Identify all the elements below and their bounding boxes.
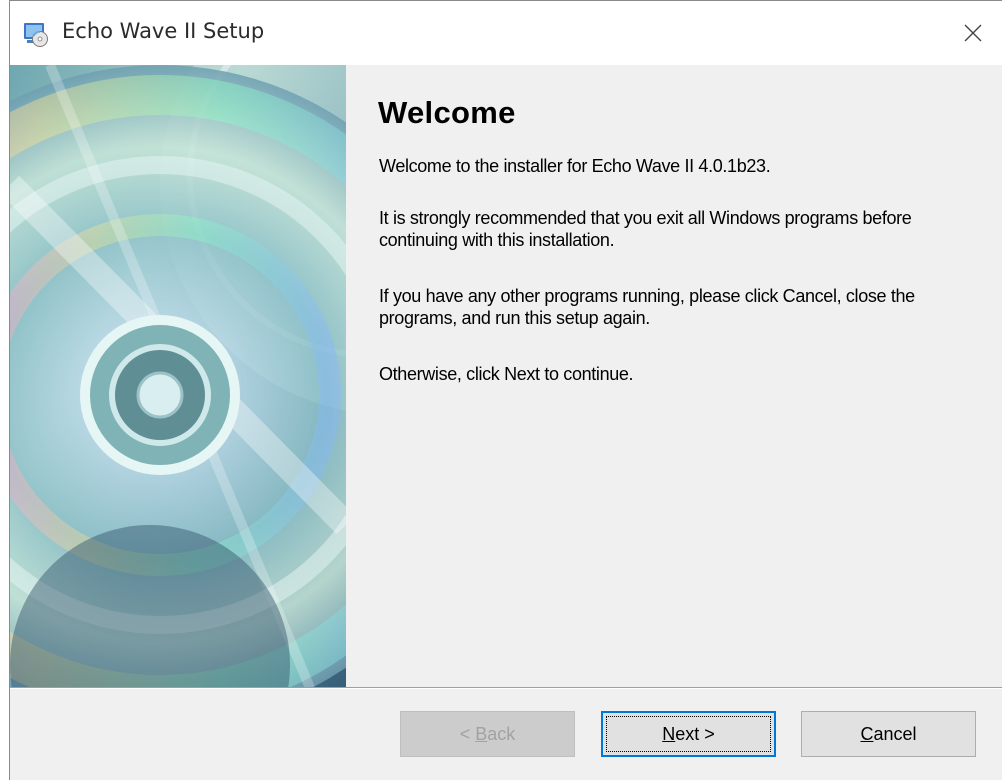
welcome-paragraph-2: It is strongly recommended that you exit… xyxy=(379,208,912,250)
welcome-paragraph-3: If you have any other programs running, … xyxy=(379,286,915,328)
back-button[interactable]: < Back xyxy=(400,711,575,757)
title-bar[interactable]: Echo Wave II Setup xyxy=(10,1,1002,65)
focus-rectangle xyxy=(606,716,771,752)
cancel-button-label: ancel xyxy=(873,723,917,744)
cancel-button-accelerator: C xyxy=(860,723,874,744)
page-title: Welcome xyxy=(378,95,516,130)
footer-separator-highlight xyxy=(10,688,1002,689)
next-button[interactable]: Next > xyxy=(601,711,776,757)
window-title: Echo Wave II Setup xyxy=(62,19,265,43)
back-button-label: ack xyxy=(487,723,516,744)
setup-app-icon xyxy=(24,23,48,47)
back-button-prefix: < xyxy=(459,723,476,744)
welcome-paragraph-4: Otherwise, click Next to continue. xyxy=(379,364,634,384)
back-button-accelerator: B xyxy=(475,723,488,744)
welcome-paragraph-1: Welcome to the installer for Echo Wave I… xyxy=(379,156,771,176)
close-button[interactable] xyxy=(943,1,1002,65)
cancel-button[interactable]: Cancel xyxy=(801,711,976,757)
setup-window: Echo Wave II Setup Welcome Welcome to th… xyxy=(9,0,1002,780)
cd-disc-image xyxy=(10,65,346,688)
close-icon xyxy=(964,24,982,42)
